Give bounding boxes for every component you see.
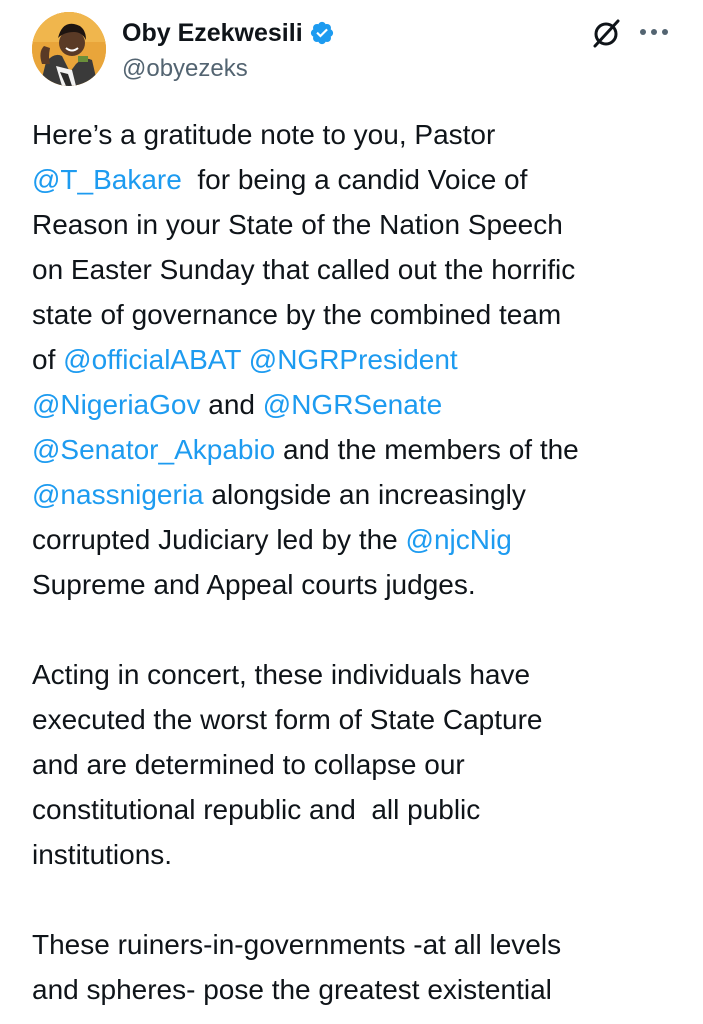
mention-link[interactable]: @T_Bakare bbox=[32, 164, 182, 195]
tweet-line: @nassnigeria alongside an increasingly bbox=[32, 472, 682, 517]
paragraph-break bbox=[32, 877, 682, 922]
tweet-text-segment: corrupted Judiciary led by the bbox=[32, 524, 406, 555]
verified-badge-icon bbox=[309, 20, 335, 46]
more-options-button[interactable] bbox=[636, 18, 672, 46]
grok-icon bbox=[593, 19, 620, 48]
tweet-text-segment: Reason in your State of the Nation Speec… bbox=[32, 209, 563, 240]
tweet-line: and are determined to collapse our bbox=[32, 742, 682, 787]
tweet-text: Here’s a gratitude note to you, Pastor @T… bbox=[32, 112, 682, 1012]
paragraph-break bbox=[32, 607, 682, 652]
mention-link[interactable]: @officialABAT bbox=[63, 344, 241, 375]
tweet-text-segment: constitutional republic and all public bbox=[32, 794, 481, 825]
tweet-text-segment: and the members of the bbox=[275, 434, 579, 465]
author-avatar[interactable] bbox=[32, 12, 106, 86]
tweet-header: Oby Ezekwesili @obyezeks bbox=[0, 0, 703, 110]
tweet-text-segment: Here’s a gratitude note to you, Pastor bbox=[32, 119, 496, 150]
tweet-line: Acting in concert, these individuals hav… bbox=[32, 652, 682, 697]
tweet-line: on Easter Sunday that called out the hor… bbox=[32, 247, 682, 292]
tweet-line: Reason in your State of the Nation Speec… bbox=[32, 202, 682, 247]
profile-photo-icon bbox=[32, 12, 106, 86]
tweet-text-segment: alongside an increasingly bbox=[203, 479, 526, 510]
tweet-text-segment: and bbox=[200, 389, 263, 420]
tweet-text-segment: state of governance by the combined team bbox=[32, 299, 562, 330]
mention-link[interactable]: @Senator_Akpabio bbox=[32, 434, 275, 465]
author-name-row: Oby Ezekwesili bbox=[122, 17, 335, 49]
tweet-text-segment: and spheres- pose the greatest existenti… bbox=[32, 974, 552, 1005]
tweet-line: Here’s a gratitude note to you, Pastor bbox=[32, 112, 682, 157]
tweet-line: @Senator_Akpabio and the members of the bbox=[32, 427, 682, 472]
tweet-text-segment bbox=[241, 344, 249, 375]
tweet-line: Supreme and Appeal courts judges. bbox=[32, 562, 682, 607]
grok-button[interactable] bbox=[588, 16, 624, 52]
tweet-line: constitutional republic and all public bbox=[32, 787, 682, 832]
tweet-line: institutions. bbox=[32, 832, 682, 877]
tweet-line: @T_Bakare for being a candid Voice of bbox=[32, 157, 682, 202]
more-horizontal-icon bbox=[640, 29, 668, 35]
tweet-line: These ruiners-in-governments -at all lev… bbox=[32, 922, 682, 967]
tweet-text-segment: executed the worst form of State Capture bbox=[32, 704, 543, 735]
mention-link[interactable]: @NGRSenate bbox=[263, 389, 442, 420]
author-handle[interactable]: @obyezeks bbox=[122, 55, 248, 83]
tweet-text-segment: of bbox=[32, 344, 64, 375]
tweet-line: and spheres- pose the greatest existenti… bbox=[32, 967, 682, 1012]
mention-link[interactable]: @NGRPresident bbox=[249, 344, 458, 375]
mention-link[interactable]: @njcNig bbox=[406, 524, 512, 555]
tweet-text-segment: These ruiners-in-governments -at all lev… bbox=[32, 929, 562, 960]
author-display-name[interactable]: Oby Ezekwesili bbox=[122, 19, 303, 48]
tweet-text-segment: for being a candid Voice of bbox=[181, 164, 528, 195]
tweet-line: of @officialABAT @NGRPresident bbox=[32, 337, 682, 382]
tweet-text-segment: institutions. bbox=[32, 839, 173, 870]
tweet-line: state of governance by the combined team bbox=[32, 292, 682, 337]
mention-link[interactable]: @NigeriaGov bbox=[32, 389, 200, 420]
tweet-line: executed the worst form of State Capture bbox=[32, 697, 682, 742]
tweet-line: corrupted Judiciary led by the @njcNig bbox=[32, 517, 682, 562]
mention-link[interactable]: @nassnigeria bbox=[32, 479, 204, 510]
tweet-line: @NigeriaGov and @NGRSenate bbox=[32, 382, 682, 427]
tweet-text-segment: and are determined to collapse our bbox=[32, 749, 465, 780]
tweet-text-segment: on Easter Sunday that called out the hor… bbox=[32, 254, 576, 285]
tweet-text-segment: Supreme and Appeal courts judges. bbox=[32, 569, 476, 600]
tweet-text-segment: Acting in concert, these individuals hav… bbox=[32, 659, 531, 690]
